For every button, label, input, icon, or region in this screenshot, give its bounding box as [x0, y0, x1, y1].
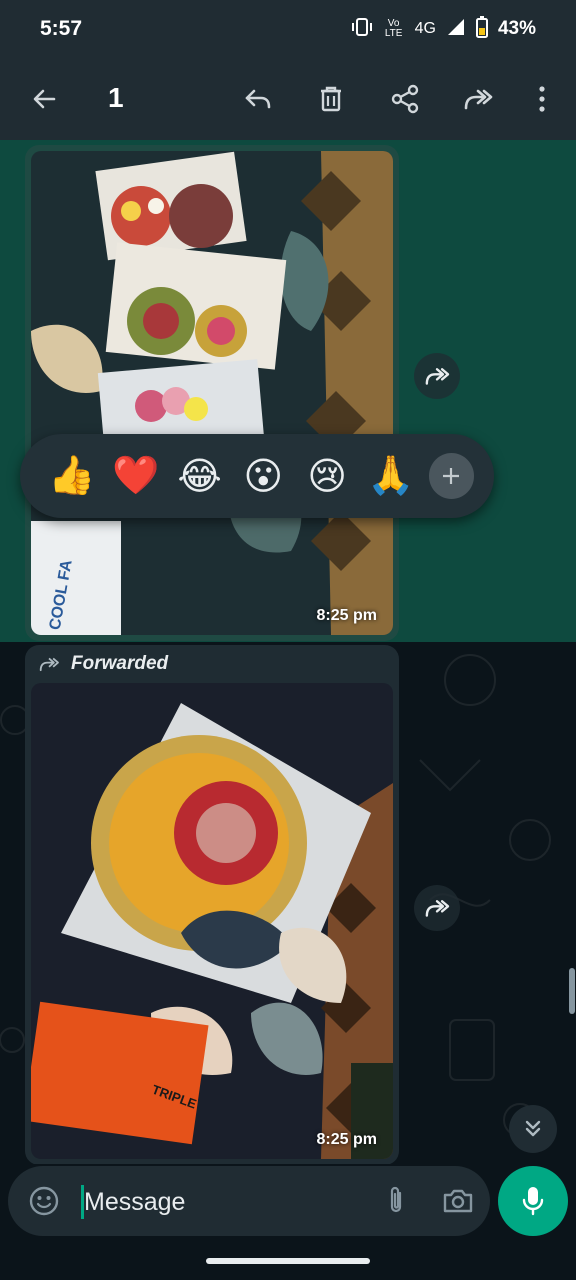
network-type: 4G	[414, 20, 436, 37]
forward-icon	[425, 900, 450, 917]
forward-shortcut-button[interactable]	[414, 353, 460, 399]
camera-button[interactable]	[438, 1181, 478, 1221]
message-input[interactable]	[82, 1180, 366, 1224]
plus-icon	[443, 468, 460, 484]
message-photo[interactable]: COOL FA 8:25 pm	[31, 151, 393, 635]
share-icon	[391, 84, 419, 114]
selection-toolbar: 1	[0, 58, 576, 140]
reaction-surprised[interactable]: 😮	[231, 434, 295, 518]
reaction-laugh[interactable]: 😂	[168, 434, 232, 518]
reaction-pray[interactable]: 🙏	[359, 434, 423, 518]
forward-button[interactable]	[450, 58, 506, 140]
emoji-icon	[29, 1186, 59, 1216]
chat-area[interactable]: COOL FA 8:25 pm 👍 ❤️ 😂 😮 😢 🙏 Forwarded T…	[0, 140, 576, 1164]
delete-icon	[321, 86, 341, 112]
double-chevron-down-icon	[525, 1120, 541, 1137]
delete-button[interactable]	[303, 58, 359, 140]
forward-icon	[425, 368, 450, 385]
scroll-to-bottom-button[interactable]	[509, 1105, 557, 1153]
reaction-thumbs-up[interactable]: 👍	[40, 434, 104, 518]
voice-message-button[interactable]	[498, 1166, 568, 1236]
signal-icon	[446, 17, 466, 42]
reply-button[interactable]	[230, 58, 286, 140]
battery-icon	[475, 15, 488, 43]
forwarded-text: Forwarded	[71, 653, 169, 674]
camera-icon	[443, 1189, 473, 1213]
more-options-button[interactable]	[514, 58, 570, 140]
microphone-icon	[522, 1187, 544, 1216]
reply-icon	[245, 89, 271, 109]
more-vert-icon	[539, 86, 545, 112]
forwarded-label: Forwarded	[37, 653, 168, 675]
status-bar: 5:57 Vo LTE 4G 43%	[0, 0, 576, 58]
attach-button[interactable]	[376, 1181, 416, 1221]
home-gesture-pill[interactable]	[206, 1258, 370, 1264]
reaction-picker: 👍 ❤️ 😂 😮 😢 🙏	[20, 434, 494, 518]
more-reactions-button[interactable]	[428, 453, 475, 499]
scrollbar-thumb[interactable]	[569, 968, 575, 1014]
forward-icon	[464, 89, 493, 110]
message-composer	[8, 1166, 490, 1236]
back-arrow-icon	[33, 89, 56, 109]
reaction-heart[interactable]: ❤️	[104, 434, 168, 518]
share-button[interactable]	[377, 58, 433, 140]
forwarded-image-message[interactable]: Forwarded TRIPLE 8:25 pm	[25, 645, 399, 1164]
message-photo[interactable]: TRIPLE 8:25 pm	[31, 683, 393, 1159]
reaction-sad[interactable]: 😢	[295, 434, 359, 518]
forwarded-icon	[39, 657, 59, 672]
message-time: 8:25 pm	[316, 1131, 377, 1148]
vibrate-icon	[351, 17, 373, 42]
battery-percent: 43%	[497, 18, 536, 39]
status-icons: Vo LTE 4G 43%	[351, 15, 536, 43]
message-time: 8:25 pm	[316, 607, 377, 624]
volte-icon: Vo LTE	[384, 18, 403, 39]
emoji-button[interactable]	[24, 1181, 64, 1221]
forward-shortcut-button[interactable]	[414, 885, 460, 931]
selected-count: 1	[108, 82, 124, 113]
back-button[interactable]	[16, 58, 72, 140]
status-time: 5:57	[40, 17, 83, 40]
system-navigation-bar	[0, 1236, 576, 1280]
paperclip-icon	[390, 1186, 402, 1213]
image-message[interactable]: COOL FA 8:25 pm	[25, 145, 399, 641]
